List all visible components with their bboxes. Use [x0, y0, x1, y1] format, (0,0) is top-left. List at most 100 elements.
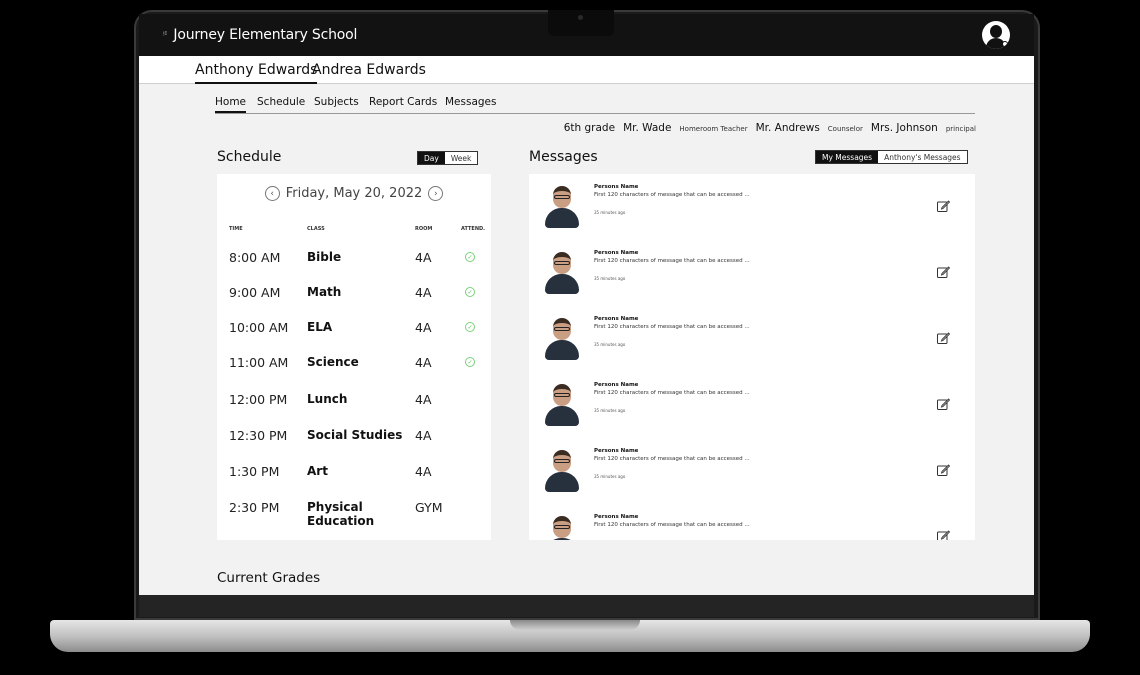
- class-name[interactable]: Bible: [307, 250, 407, 264]
- school-name: Journey Elementary School: [173, 27, 358, 43]
- principal-role: principal: [945, 125, 976, 133]
- class-time: 11:00 AM: [229, 355, 289, 370]
- schedule-view-toggle: Day Week: [417, 151, 479, 165]
- sender-avatar: [545, 318, 579, 362]
- edit-icon[interactable]: [937, 332, 950, 344]
- nav-tabs: Home Schedule Subjects Report Cards Mess…: [215, 94, 975, 114]
- counselor-name[interactable]: Mr. Andrews: [756, 122, 820, 134]
- sender-avatar: [545, 516, 579, 540]
- my-messages-button[interactable]: My Messages: [816, 151, 879, 163]
- class-time: 12:00 PM: [229, 392, 288, 407]
- staff-info: 6th grade Mr. Wade Homeroom Teacher Mr. …: [564, 122, 976, 134]
- schedule-row: 1:30 PM Art 4A: [217, 460, 491, 490]
- message-preview: First 120 characters of message that can…: [594, 258, 750, 264]
- chevron-right-icon[interactable]: ›: [428, 186, 444, 201]
- week-toggle-button[interactable]: Week: [444, 152, 478, 164]
- schedule-row: 9:00 AM Math 4A ✓: [217, 281, 491, 311]
- check-circle-icon: ✓: [465, 252, 475, 262]
- class-room: 4A: [415, 392, 432, 407]
- class-name[interactable]: Social Studies: [307, 428, 407, 442]
- class-name[interactable]: ELA: [307, 320, 407, 334]
- message-time: 35 minutes ago: [594, 276, 626, 281]
- message-item[interactable]: Persons Name First 120 characters of mes…: [529, 306, 975, 372]
- class-time: 8:00 AM: [229, 250, 281, 265]
- messages-card: Persons Name First 120 characters of mes…: [529, 174, 975, 540]
- class-name[interactable]: Lunch: [307, 392, 407, 406]
- header-room: ROOM: [415, 226, 433, 232]
- current-grades-title: Current Grades: [217, 570, 321, 586]
- tab-subjects[interactable]: Subjects: [314, 96, 359, 111]
- user-avatar-icon[interactable]: [982, 21, 1010, 49]
- edit-icon[interactable]: [937, 530, 950, 540]
- sender-name: Persons Name: [594, 514, 639, 520]
- tab-home[interactable]: Home: [215, 96, 247, 113]
- sender-avatar: [545, 450, 579, 494]
- spark-icon: ᵎᶦ: [163, 29, 168, 41]
- class-time: 12:30 PM: [229, 428, 288, 443]
- message-item[interactable]: Persons Name First 120 characters of mes…: [529, 174, 975, 240]
- class-name[interactable]: Math: [307, 285, 407, 299]
- class-room: 4A: [415, 285, 432, 300]
- message-item[interactable]: Persons Name First 120 characters of mes…: [529, 240, 975, 306]
- message-preview: First 120 characters of message that can…: [594, 192, 750, 198]
- class-room: 4A: [415, 250, 432, 265]
- edit-icon[interactable]: [937, 464, 950, 476]
- student-tab-andrea[interactable]: Andrea Edwards: [312, 62, 426, 82]
- schedule-row: 12:00 PM Lunch 4A: [217, 388, 491, 418]
- class-time: 9:00 AM: [229, 285, 281, 300]
- class-name[interactable]: Art: [307, 464, 407, 478]
- class-room: 4A: [415, 464, 432, 479]
- sender-name: Persons Name: [594, 382, 639, 388]
- class-time: 10:00 AM: [229, 320, 289, 335]
- sender-avatar: [545, 384, 579, 428]
- grade-label: 6th grade: [563, 122, 616, 134]
- message-preview: First 120 characters of message that can…: [594, 324, 750, 330]
- schedule-date: Friday, May 20, 2022: [285, 186, 423, 201]
- class-room: 4A: [415, 428, 432, 443]
- message-item[interactable]: Persons Name First 120 characters of mes…: [529, 438, 975, 504]
- class-time: 1:30 PM: [229, 464, 280, 479]
- chevron-left-icon[interactable]: ‹: [264, 186, 280, 201]
- student-tabs: Anthony Edwards Andrea Edwards: [139, 56, 1034, 84]
- camera-notch: [548, 10, 614, 36]
- message-preview: First 120 characters of message that can…: [594, 456, 750, 462]
- message-time: 35 minutes ago: [594, 210, 626, 215]
- tab-messages[interactable]: Messages: [445, 96, 497, 111]
- sender-name: Persons Name: [594, 184, 639, 190]
- tab-schedule[interactable]: Schedule: [257, 96, 305, 111]
- homeroom-teacher-name[interactable]: Mr. Wade: [623, 122, 671, 134]
- class-room: GYM: [415, 500, 443, 515]
- edit-icon[interactable]: [937, 266, 950, 278]
- check-circle-icon: ✓: [465, 357, 475, 367]
- schedule-row: 11:00 AM Science 4A ✓: [217, 351, 491, 381]
- class-name[interactable]: Science: [307, 355, 407, 369]
- schedule-title: Schedule: [217, 149, 282, 165]
- sender-name: Persons Name: [594, 448, 639, 454]
- homeroom-teacher-role: Homeroom Teacher: [679, 125, 748, 133]
- screen: ᵎᶦ Journey Elementary School Anthony Edw…: [139, 14, 1034, 595]
- schedule-row: 10:00 AM ELA 4A ✓: [217, 316, 491, 346]
- tab-report-cards[interactable]: Report Cards: [369, 96, 437, 111]
- message-time: 35 minutes ago: [594, 342, 626, 347]
- schedule-card: ‹ Friday, May 20, 2022 › TIME CLASS ROOM…: [217, 174, 491, 540]
- sender-avatar: [545, 252, 579, 296]
- class-name[interactable]: Physical Education: [307, 500, 387, 528]
- schedule-row: 12:30 PM Social Studies 4A: [217, 424, 491, 454]
- message-item[interactable]: Persons Name First 120 characters of mes…: [529, 372, 975, 438]
- header-attend: ATTEND.: [461, 226, 486, 232]
- schedule-row: 8:00 AM Bible 4A ✓: [217, 246, 491, 276]
- edit-icon[interactable]: [937, 200, 950, 212]
- message-time: 35 minutes ago: [594, 408, 626, 413]
- sender-name: Persons Name: [594, 316, 639, 322]
- header-class: CLASS: [307, 226, 325, 232]
- laptop-bottom-bezel: [139, 595, 1034, 617]
- check-circle-icon: ✓: [465, 322, 475, 332]
- sender-name: Persons Name: [594, 250, 639, 256]
- edit-icon[interactable]: [937, 398, 950, 410]
- principal-name[interactable]: Mrs. Johnson: [871, 122, 938, 134]
- message-item[interactable]: Persons Name First 120 characters of mes…: [529, 504, 975, 540]
- date-navigator: ‹ Friday, May 20, 2022 ›: [217, 186, 491, 201]
- childs-messages-button[interactable]: Anthony's Messages: [878, 151, 967, 163]
- student-tab-anthony[interactable]: Anthony Edwards: [195, 62, 318, 84]
- day-toggle-button[interactable]: Day: [418, 152, 445, 164]
